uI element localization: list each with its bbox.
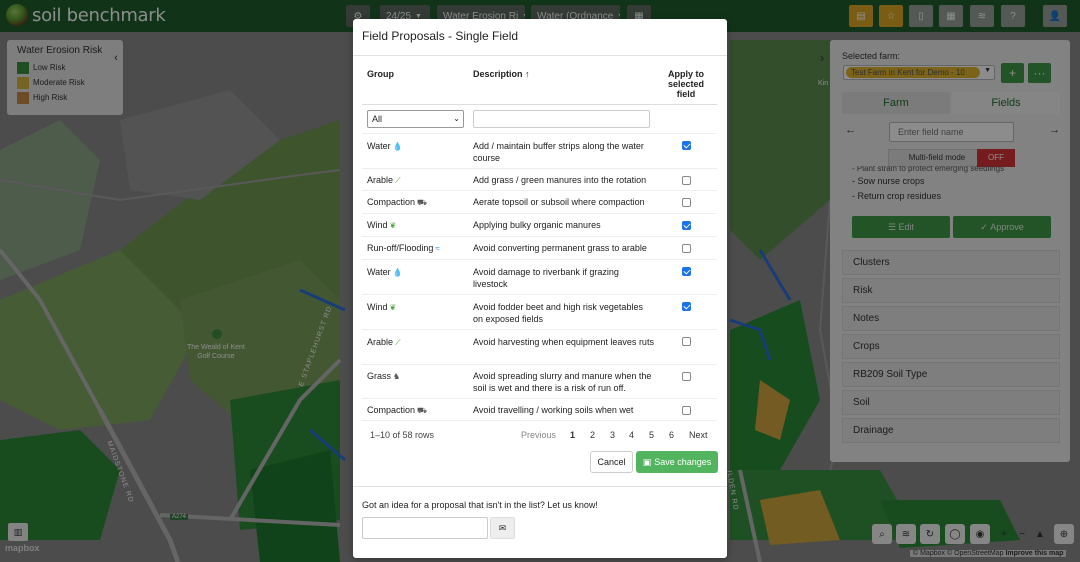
modal-title: Field Proposals - Single Field <box>362 29 519 43</box>
row-group: Wind ❦ <box>367 302 396 312</box>
apply-checkbox[interactable] <box>682 198 691 207</box>
pager-page-4[interactable]: 4 <box>629 430 634 440</box>
row-group: Arable ⟋ <box>367 175 401 186</box>
table-header-divider <box>362 104 717 105</box>
row-description: Avoid spreading slurry and manure when t… <box>473 371 652 393</box>
rows-count: 1–10 of 58 rows <box>370 430 435 440</box>
apply-checkbox[interactable] <box>682 372 691 381</box>
row-description: Applying bulky organic manures <box>473 220 601 230</box>
column-header-apply-line: Apply to <box>668 69 704 79</box>
row-group-label: Water <box>367 141 391 151</box>
apply-checkbox[interactable] <box>682 176 691 185</box>
row-group: Run-off/Flooding ≈ <box>367 243 440 253</box>
column-header-apply: Apply to selected field <box>655 69 717 99</box>
row-group-label: Arable <box>367 337 394 347</box>
row-group-label: Water <box>367 267 391 277</box>
idea-input[interactable] <box>362 517 488 539</box>
row-description: Avoid harvesting when equipment leaves r… <box>473 337 654 347</box>
row-group: Grass ♞ <box>367 371 400 381</box>
save-changes-label: Save changes <box>654 457 712 467</box>
row-group: Compaction ⛟ <box>367 405 427 416</box>
save-icon: ▣ <box>642 456 652 467</box>
apply-checkbox[interactable] <box>682 337 691 346</box>
table-row: Compaction ⛟ Avoid travelling / working s… <box>362 398 717 421</box>
leaf-icon: ❦ <box>389 303 397 312</box>
apply-checkbox[interactable] <box>682 141 691 150</box>
row-group: Water 💧 <box>367 141 403 151</box>
tractor-icon: ⛟ <box>417 406 428 415</box>
column-header-apply-line: field <box>676 89 696 99</box>
save-changes-button[interactable]: ▣ Save changes <box>636 451 718 473</box>
modal-divider <box>353 55 727 56</box>
row-group-label: Compaction <box>367 197 416 207</box>
row-description: Add grass / green manures into the rotat… <box>473 175 647 185</box>
sort-ascending-icon: ↑ <box>525 69 530 79</box>
table-row: Water 💧 Add / maintain buffer strips alon… <box>362 133 717 168</box>
row-group: Water 💧 <box>367 267 403 277</box>
description-filter-input[interactable] <box>473 110 650 128</box>
row-description: Add / maintain buffer strips along the w… <box>473 141 644 163</box>
group-filter-value: All <box>372 114 383 124</box>
apply-checkbox[interactable] <box>682 267 691 276</box>
row-description: Avoid travelling / working soils when we… <box>473 405 634 415</box>
idea-prompt: Got an idea for a proposal that isn't in… <box>362 500 598 510</box>
table-row: Run-off/Flooding ≈ Avoid converting perma… <box>362 236 717 259</box>
pager-page-2[interactable]: 2 <box>590 430 595 440</box>
row-description: Avoid converting permanent grass to arab… <box>473 243 647 253</box>
row-description: Avoid damage to riverbank if grazing liv… <box>473 267 619 289</box>
column-header-apply-line: selected <box>667 79 705 89</box>
pager-page-3[interactable]: 3 <box>610 430 615 440</box>
chevron-down-icon: ⌄ <box>453 114 460 123</box>
water-drop-icon: 💧 <box>392 142 403 151</box>
row-group-label: Wind <box>367 220 388 230</box>
row-group: Arable ⟋ <box>367 337 401 348</box>
row-group-label: Compaction <box>367 405 416 415</box>
table-row: Wind ❦ Avoid fodder beet and high risk ve… <box>362 294 717 329</box>
row-group-label: Grass <box>367 371 392 381</box>
row-group-label: Run-off/Flooding <box>367 243 434 253</box>
table-row: Grass ♞ Avoid spreading slurry and manure… <box>362 364 717 398</box>
table-row: Arable ⟋ Add grass / green manures into t… <box>362 168 717 190</box>
pager-next[interactable]: Next <box>689 430 708 440</box>
pager-page-1[interactable]: 1 <box>570 430 575 440</box>
cow-icon: ♞ <box>393 372 401 381</box>
pager-previous[interactable]: Previous <box>521 430 556 440</box>
group-filter-select[interactable]: All ⌄ <box>367 110 464 128</box>
envelope-icon: ✉ <box>498 522 507 533</box>
water-drop-icon: 💧 <box>392 268 403 277</box>
apply-checkbox[interactable] <box>682 302 691 311</box>
tractor-icon: ⛟ <box>417 198 428 207</box>
column-header-group[interactable]: Group <box>367 69 394 79</box>
column-header-description-label: Description <box>473 69 523 79</box>
apply-checkbox[interactable] <box>682 244 691 253</box>
row-group: Compaction ⛟ <box>367 197 427 208</box>
row-group-label: Arable <box>367 175 394 185</box>
pager-page-6[interactable]: 6 <box>669 430 674 440</box>
sprout-icon: ⟋ <box>395 176 401 185</box>
column-header-description[interactable]: Description ↑ <box>473 69 530 79</box>
wave-icon: ≈ <box>435 244 440 253</box>
cancel-button[interactable]: Cancel <box>590 451 633 473</box>
field-proposals-modal: Field Proposals - Single Field Group Des… <box>353 19 727 558</box>
row-description: Avoid fodder beet and high risk vegetabl… <box>473 302 643 324</box>
table-row: Wind ❦ Applying bulky organic manures <box>362 213 717 236</box>
table-row: Arable ⟋ Avoid harvesting when equipment … <box>362 329 717 364</box>
apply-checkbox[interactable] <box>682 406 691 415</box>
row-group-label: Wind <box>367 302 388 312</box>
sprout-icon: ⟋ <box>395 338 401 347</box>
row-group: Wind ❦ <box>367 220 396 230</box>
table-row: Water 💧 Avoid damage to riverbank if graz… <box>362 259 717 294</box>
send-idea-button[interactable]: ✉ <box>490 517 515 539</box>
row-description: Aerate topsoil or subsoil where compacti… <box>473 197 645 207</box>
table-row: Compaction ⛟ Aerate topsoil or subsoil wh… <box>362 190 717 213</box>
pager-page-5[interactable]: 5 <box>649 430 654 440</box>
modal-divider <box>353 486 727 487</box>
leaf-icon: ❦ <box>389 221 397 230</box>
apply-checkbox[interactable] <box>682 221 691 230</box>
